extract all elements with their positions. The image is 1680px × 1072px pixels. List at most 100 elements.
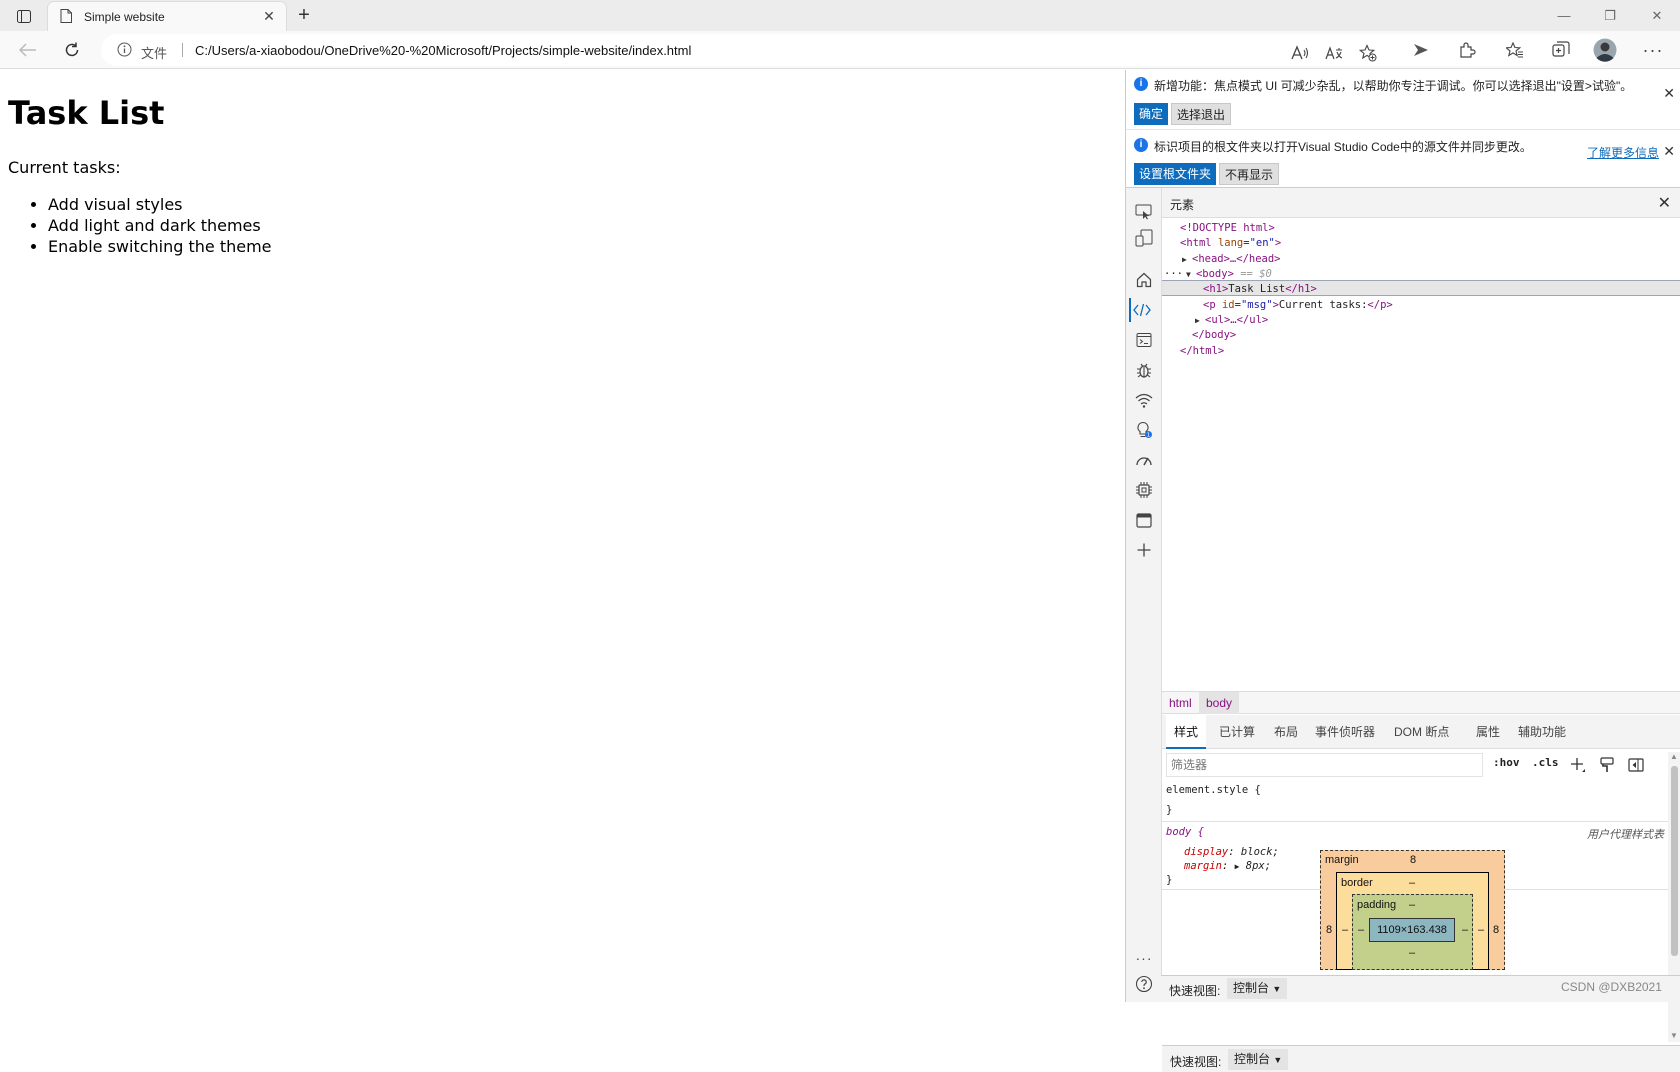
new-tab-icon[interactable]: +	[292, 4, 316, 28]
new-style-rule-icon[interactable]	[1568, 755, 1588, 775]
close-icon[interactable]: ✕	[1663, 85, 1675, 102]
collapse-triangle-icon[interactable]: ▼	[1186, 267, 1196, 283]
add-favorite-icon[interactable]	[1355, 40, 1381, 66]
padding-left-value[interactable]: –	[1358, 924, 1364, 936]
learn-more-link[interactable]: 了解更多信息	[1587, 144, 1659, 161]
hover-state-button[interactable]: :hov	[1493, 756, 1520, 769]
svg-text:1: 1	[1147, 433, 1151, 439]
address-separator	[182, 43, 183, 57]
more-icon[interactable]: ···	[1132, 946, 1156, 970]
dom-node-p[interactable]: <p id="msg">Current tasks:</p>	[1203, 297, 1393, 313]
maximize-icon[interactable]: ❐	[1596, 5, 1624, 27]
welcome-home-icon[interactable]	[1132, 268, 1156, 292]
close-window-icon[interactable]: ✕	[1643, 5, 1671, 27]
margin-top-value[interactable]: 8	[1410, 854, 1416, 866]
info-icon[interactable]	[117, 42, 132, 62]
margin-right-value[interactable]: 8	[1493, 924, 1499, 936]
performance-gauge-icon[interactable]	[1132, 448, 1156, 472]
confirm-button[interactable]: 确定	[1134, 103, 1169, 125]
breadcrumb-body[interactable]: body	[1199, 692, 1240, 714]
memory-chip-icon[interactable]	[1132, 478, 1156, 502]
minimize-icon[interactable]: —	[1550, 5, 1578, 27]
more-tools-plus-icon[interactable]	[1132, 538, 1156, 562]
opt-out-button[interactable]: 选择退出	[1171, 103, 1232, 125]
dom-node-ul[interactable]: ▶ <ul>…</ul>	[1195, 312, 1268, 328]
dom-tree: <!DOCTYPE html> <html lang="en"> ▶ <head>…	[1162, 220, 1680, 690]
application-window-icon[interactable]	[1132, 508, 1156, 532]
border-label: border	[1341, 877, 1373, 889]
scrollbar-thumb[interactable]	[1671, 766, 1678, 956]
collections-icon[interactable]	[1548, 37, 1574, 63]
dom-node-html-close[interactable]: </html>	[1180, 343, 1224, 359]
display-declaration[interactable]: display: block;	[1184, 846, 1279, 858]
dom-node-body-close[interactable]: </body>	[1192, 327, 1236, 343]
toggle-sidebar-icon[interactable]	[1626, 755, 1646, 775]
breadcrumb-html[interactable]: html	[1162, 692, 1199, 714]
console-tool-icon[interactable]	[1132, 328, 1156, 352]
extensions-icon[interactable]	[1454, 37, 1480, 63]
tab-actions-icon[interactable]	[12, 6, 36, 26]
help-icon[interactable]	[1132, 972, 1156, 996]
browser-tab[interactable]: Simple website ✕	[47, 1, 287, 31]
styles-filter-input[interactable]	[1166, 753, 1483, 777]
tab-dom-breakpoints[interactable]: DOM 断点	[1394, 715, 1449, 749]
scroll-down-icon[interactable]: ▼	[1670, 1031, 1678, 1040]
padding-bottom-value[interactable]: –	[1409, 947, 1415, 959]
class-toggle-button[interactable]: .cls	[1532, 756, 1559, 769]
address-url[interactable]: C:/Users/a-xiaobodou/OneDrive%20-%20Micr…	[195, 43, 691, 58]
dom-node-body[interactable]: ··· ▼ <body> == $0	[1164, 266, 1272, 282]
breadcrumb: html body	[1162, 691, 1680, 714]
set-root-folder-button[interactable]: 设置根文件夹	[1134, 163, 1217, 185]
refresh-icon[interactable]	[58, 37, 86, 63]
dom-node-doctype[interactable]: <!DOCTYPE html>	[1180, 220, 1275, 236]
read-aloud-icon[interactable]	[1287, 40, 1313, 66]
element-style-rule[interactable]: element.style { }	[1162, 780, 1668, 822]
sources-debug-icon[interactable]	[1132, 358, 1156, 382]
console-drawer-tab-label: 控制台	[1234, 1052, 1271, 1066]
issues-lightbulb-icon[interactable]: 1	[1132, 418, 1156, 442]
console-drawer-tab[interactable]: 控制台 ▼	[1227, 978, 1288, 999]
infobar-text: 标识项目的根文件夹以打开Visual Studio Code中的源文件并同步更改…	[1154, 140, 1532, 154]
back-icon[interactable]	[14, 37, 42, 63]
quick-view-drawer: 快速视图: 控制台 ▼	[1162, 1045, 1680, 1072]
paint-brush-icon[interactable]	[1597, 755, 1617, 775]
elements-tool-icon[interactable]	[1129, 298, 1153, 322]
box-model-content[interactable]: 1109×163.438	[1369, 918, 1455, 942]
tab-styles[interactable]: 样式	[1166, 715, 1207, 749]
panel-title[interactable]: 元素	[1170, 196, 1194, 213]
dont-show-again-button[interactable]: 不再显示	[1219, 163, 1280, 185]
padding-right-value[interactable]: –	[1462, 924, 1468, 936]
close-icon[interactable]: ✕	[1663, 143, 1675, 160]
margin-declaration[interactable]: margin: ▶ 8px;	[1184, 860, 1271, 872]
more-menu-icon[interactable]: ···	[1640, 37, 1666, 63]
dom-node-head[interactable]: ▶ <head>…</head>	[1182, 251, 1281, 267]
dom-node-h1[interactable]: <h1>Task List</h1>	[1203, 281, 1317, 297]
console-drawer-tab[interactable]: 控制台 ▼	[1228, 1049, 1289, 1070]
translate-icon[interactable]	[1321, 40, 1347, 66]
scroll-up-icon[interactable]: ▲	[1670, 752, 1678, 761]
expand-triangle-icon[interactable]: ▶	[1235, 862, 1240, 871]
inspect-icon[interactable]	[1132, 200, 1156, 224]
tab-close-icon[interactable]: ✕	[260, 7, 278, 25]
padding-label: padding	[1357, 899, 1397, 911]
address-bar[interactable]: 文件 C:/Users/a-xiaobodou/OneDrive%20-%20M…	[101, 34, 1613, 66]
border-top-value[interactable]: –	[1409, 877, 1415, 889]
network-wifi-icon[interactable]	[1132, 388, 1156, 412]
tab-properties[interactable]: 属性	[1476, 715, 1500, 749]
padding-top-value[interactable]: –	[1409, 899, 1415, 911]
rule-close-brace: }	[1166, 804, 1173, 816]
border-left-value[interactable]: –	[1342, 924, 1348, 936]
tab-accessibility[interactable]: 辅助功能	[1518, 715, 1566, 749]
profile-avatar[interactable]	[1592, 37, 1618, 63]
tab-layout[interactable]: 布局	[1274, 715, 1298, 749]
favorites-icon[interactable]	[1502, 37, 1528, 63]
device-emulation-icon[interactable]	[1132, 226, 1156, 250]
margin-left-value[interactable]: 8	[1326, 924, 1332, 936]
watermark: CSDN @DXB2021	[1561, 980, 1662, 994]
border-right-value[interactable]: –	[1478, 924, 1484, 936]
extension-arrow-icon[interactable]	[1408, 37, 1434, 63]
close-panel-icon[interactable]: ✕	[1658, 193, 1671, 213]
tab-event-listeners[interactable]: 事件侦听器	[1315, 715, 1375, 749]
tab-computed[interactable]: 已计算	[1219, 715, 1255, 749]
dom-node-html[interactable]: <html lang="en">	[1180, 235, 1281, 251]
